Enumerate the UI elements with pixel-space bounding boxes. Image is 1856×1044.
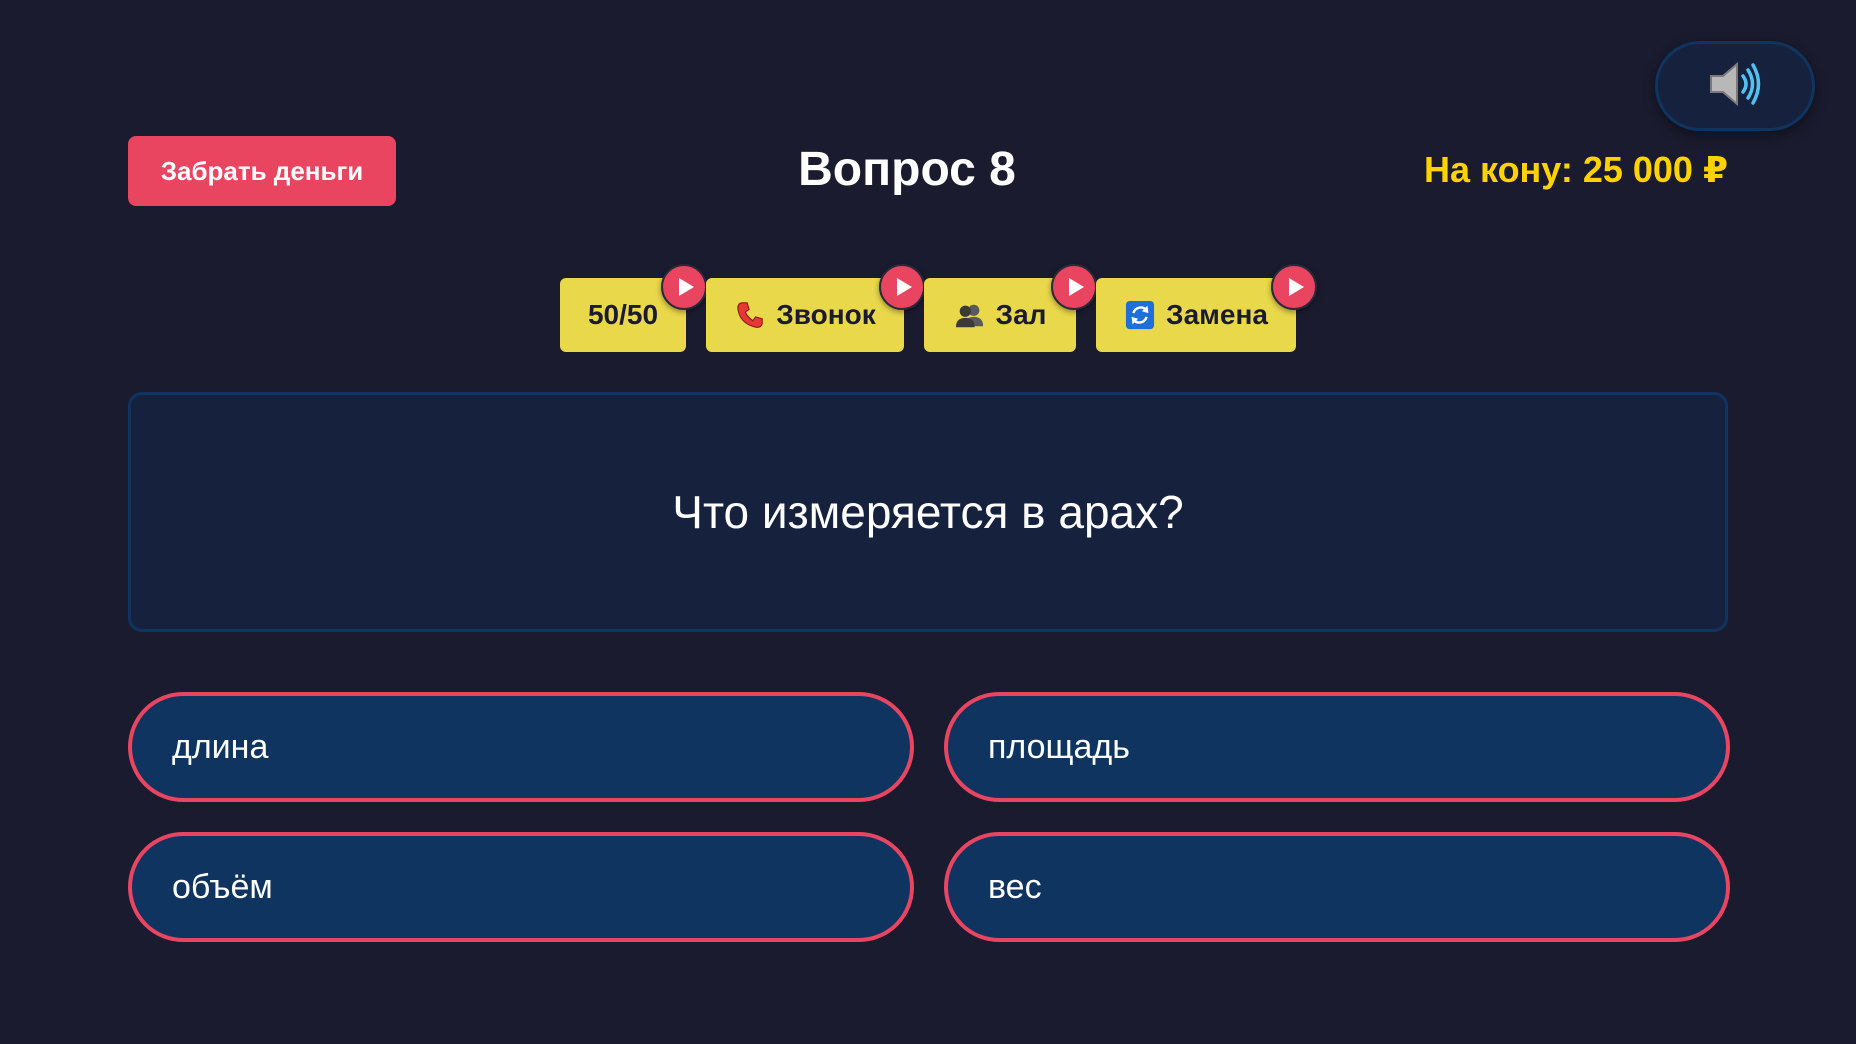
lifeline-swap-button[interactable]: Замена xyxy=(1096,264,1317,352)
lifeline-call-button[interactable]: Звонок xyxy=(706,264,925,352)
audience-icon xyxy=(954,299,986,331)
lifeline-label: Звонок xyxy=(776,299,876,330)
game-screen: Забрать деньги Вопрос 8 На кону: 25 000 … xyxy=(0,0,1856,1044)
play-icon[interactable] xyxy=(661,264,707,310)
play-icon[interactable] xyxy=(1271,264,1317,310)
answer-label: длина xyxy=(172,727,269,766)
sound-toggle-button[interactable] xyxy=(1655,41,1815,131)
answer-option-a[interactable]: длина xyxy=(128,692,914,802)
play-icon[interactable] xyxy=(1051,264,1097,310)
swap-icon xyxy=(1124,299,1156,331)
question-text: Что измеряется в арах? xyxy=(672,486,1184,538)
answer-option-d[interactable]: вес xyxy=(944,832,1730,942)
answer-label: вес xyxy=(988,867,1042,906)
phone-icon xyxy=(734,299,766,331)
question-number-title: Вопрос 8 xyxy=(798,143,1016,196)
lifeline-audience-button[interactable]: Зал xyxy=(924,264,1097,352)
bank-amount: На кону: 25 000 ₽ xyxy=(1424,149,1728,190)
answer-option-c[interactable]: объём xyxy=(128,832,914,942)
question-panel: Что измеряется в арах? xyxy=(128,392,1728,632)
lifeline-label: 50/50 xyxy=(587,299,659,330)
lifeline-fifty-fifty-button[interactable]: 50/50 xyxy=(560,264,707,352)
play-icon[interactable] xyxy=(879,264,925,310)
answer-label: объём xyxy=(172,867,273,906)
answer-label: площадь xyxy=(988,727,1130,766)
lifeline-label: Замена xyxy=(1166,299,1268,330)
speaker-icon xyxy=(1707,59,1763,114)
answer-option-b[interactable]: площадь xyxy=(944,692,1730,802)
take-money-button[interactable]: Забрать деньги xyxy=(128,136,396,206)
lifeline-label: Зал xyxy=(995,299,1047,330)
